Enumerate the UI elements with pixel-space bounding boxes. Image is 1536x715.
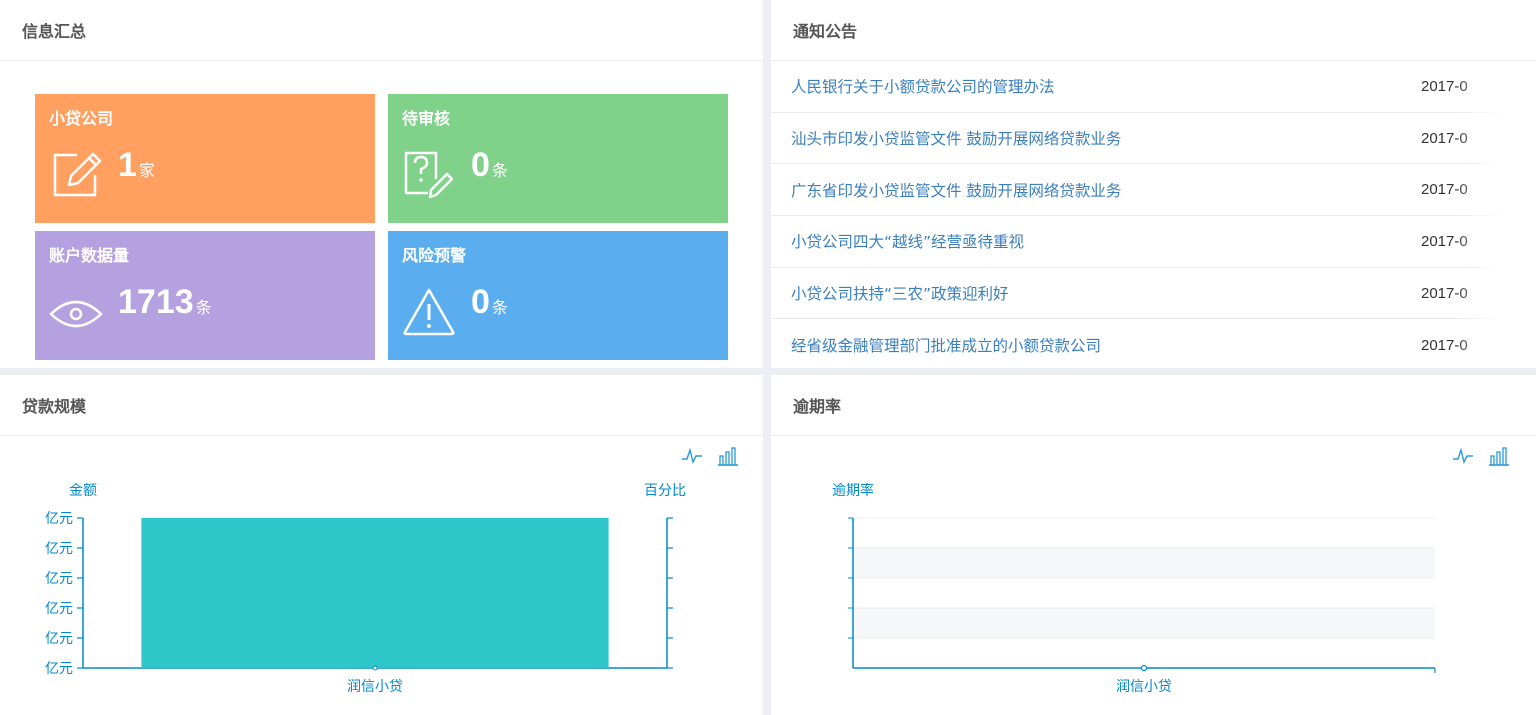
tile-value: 1713 条 (118, 283, 212, 322)
tile-unit: 家 (138, 161, 155, 180)
tile-title: 风险预警 (402, 246, 467, 265)
notice-link[interactable]: 汕头市印发小贷监管文件 鼓励开展网络贷款业务 (791, 127, 1121, 149)
tile-title: 小贷公司 (49, 109, 114, 128)
loan-bar-chart: 金额 百分比亿元亿元亿元亿元亿元亿元润信小贷 (45, 483, 686, 695)
grid-band (853, 608, 1435, 638)
overdue-rate-panel: 逾期率 逾期率润信小贷 (771, 375, 1536, 715)
y-axis-label: 金额 (69, 483, 97, 499)
tile-unit: 条 (491, 298, 508, 317)
tile-pending-review[interactable]: 待审核 0 条 (388, 94, 728, 223)
y-tick-label: 亿元 (45, 661, 73, 677)
notice-link[interactable]: 经省级金融管理部门批准成立的小额贷款公司 (791, 334, 1101, 356)
bar (141, 518, 609, 668)
data-point (1140, 664, 1148, 672)
grid-band (853, 518, 1435, 548)
notice-link[interactable]: 广东省印发小贷监管文件 鼓励开展网络贷款业务 (791, 179, 1121, 201)
date-fade-overlay (1456, 61, 1536, 368)
y-tick-label: 亿元 (45, 631, 73, 647)
y-tick-label: 亿元 (45, 511, 73, 527)
y-axis-label: 逾期率 (832, 482, 874, 499)
tile-value: 0 条 (471, 146, 508, 185)
tile-unit: 条 (195, 298, 212, 317)
edit-icon (53, 152, 102, 197)
tile-value: 0 条 (471, 283, 508, 322)
y-tick-label: 亿元 (45, 571, 73, 587)
tile-number: 0 (471, 283, 490, 321)
grid-band (853, 578, 1435, 608)
loan-scale-panel: 贷款规模 金额 百分比 亿元 亿元 亿元 亿元 亿元 亿元 润信小贷 (0, 375, 763, 715)
notice-panel: 通知公告 人民银行关于小额贷款公司的管理办法 2017-0 汕头市印发小贷监管文… (771, 0, 1536, 368)
notice-item[interactable]: 汕头市印发小贷监管文件 鼓励开展网络贷款业务 2017-0 (771, 113, 1536, 165)
info-summary-panel: 信息汇总 小贷公司 1 家 待审核 0 条 账户数据量 1713 条 风险预警 … (0, 0, 763, 368)
x-tick-label: 润信小贷 (347, 679, 403, 695)
notice-list: 人民银行关于小额贷款公司的管理办法 2017-0 汕头市印发小贷监管文件 鼓励开… (771, 61, 1536, 371)
tile-account-data[interactable]: 账户数据量 1713 条 (35, 231, 375, 360)
y-tick-label: 亿元 (45, 541, 73, 557)
x-tick-label: 润信小贷 (1116, 679, 1172, 695)
tile-loan-companies[interactable]: 小贷公司 1 家 (35, 94, 375, 223)
eye-icon (49, 300, 103, 328)
notice-item[interactable]: 广东省印发小贷监管文件 鼓励开展网络贷款业务 2017-0 (771, 164, 1536, 217)
notice-link[interactable]: 小贷公司四大“越线”经营亟待重视 (791, 230, 1024, 252)
tile-title: 账户数据量 (49, 246, 130, 265)
notice-link[interactable]: 人民银行关于小额贷款公司的管理办法 (791, 75, 1055, 97)
tile-number: 0 (471, 146, 490, 184)
notice-item[interactable]: 经省级金融管理部门批准成立的小额贷款公司 2017-0 (771, 319, 1536, 371)
y-tick-label: 亿元 (45, 601, 73, 617)
tile-number: 1 (118, 146, 137, 184)
notice-item[interactable]: 小贷公司扶持“三农”政策迎利好 2017-0 (771, 268, 1536, 320)
tile-unit: 条 (491, 161, 508, 180)
notice-item[interactable]: 人民银行关于小额贷款公司的管理办法 2017-0 (771, 61, 1536, 113)
y2-axis-label: 百分比 (644, 483, 686, 499)
x-tick-dot (372, 665, 378, 671)
panel-title: 信息汇总 (0, 0, 763, 61)
overdue-line-chart: 逾期率润信小贷 (832, 482, 1436, 695)
tile-risk-warning[interactable]: 风险预警 0 条 (388, 231, 728, 360)
tile-title: 待审核 (402, 109, 451, 128)
warning-icon (403, 288, 455, 336)
question-edit-icon (404, 151, 454, 199)
grid-band (853, 638, 1435, 668)
tile-value: 1 家 (118, 146, 155, 185)
panel-title: 通知公告 (771, 0, 1536, 61)
notice-item[interactable]: 小贷公司四大“越线”经营亟待重视 2017-0 (771, 216, 1536, 268)
grid-band (853, 548, 1435, 578)
notice-link[interactable]: 小贷公司扶持“三农”政策迎利好 (791, 282, 1009, 304)
tile-number: 1713 (118, 283, 194, 321)
